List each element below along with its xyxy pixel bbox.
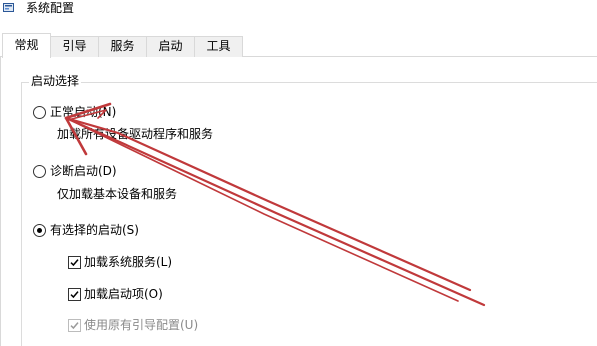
window-title: 系统配置 — [26, 1, 75, 15]
tab-label: 工具 — [206, 39, 231, 53]
tab-general[interactable]: 常规 — [2, 33, 51, 58]
group-legend: 启动选择 — [29, 74, 82, 88]
tab-startup[interactable]: 启动 — [146, 36, 195, 57]
checkbox-label: 使用原有引导配置(U) — [84, 318, 199, 332]
tab-tools[interactable]: 工具 — [194, 36, 243, 57]
title-bar: 系统配置 — [0, 0, 597, 22]
msconfig-icon — [3, 2, 15, 14]
radio-label: 诊断启动(D) — [50, 164, 117, 178]
tab-label: 引导 — [62, 39, 87, 53]
option-description: 加载所有设备驱动程序和服务 — [57, 127, 214, 141]
checkbox[interactable] — [68, 288, 81, 301]
checkmark-icon — [70, 322, 79, 330]
radio-button[interactable] — [33, 224, 46, 237]
radio-button[interactable] — [33, 106, 46, 119]
checkmark-icon — [70, 259, 79, 267]
tab-boot[interactable]: 引导 — [50, 36, 99, 57]
radio-label: 正常启动(N) — [50, 105, 117, 119]
checkbox-label: 加载启动项(O) — [84, 287, 163, 301]
radio-button[interactable] — [33, 165, 46, 178]
checkmark-icon — [70, 291, 79, 299]
startup-selection-group — [21, 82, 597, 346]
tab-strip: 常规 引导 服务 启动 工具 — [0, 33, 597, 58]
checkbox-label: 加载系统服务(L) — [84, 255, 173, 269]
tab-label: 服务 — [110, 39, 135, 53]
system-config-window: 系统配置 常规 引导 服务 启动 工具 启动选择 正常启动(N) 加载所有设备驱… — [0, 0, 597, 346]
tab-label: 启动 — [158, 39, 183, 53]
radio-label: 有选择的启动(S) — [50, 223, 139, 237]
tab-label: 常规 — [14, 38, 39, 52]
checkbox — [68, 319, 81, 332]
checkbox[interactable] — [68, 256, 81, 269]
option-description: 仅加载基本设备和服务 — [57, 187, 178, 201]
tab-services[interactable]: 服务 — [98, 36, 147, 57]
